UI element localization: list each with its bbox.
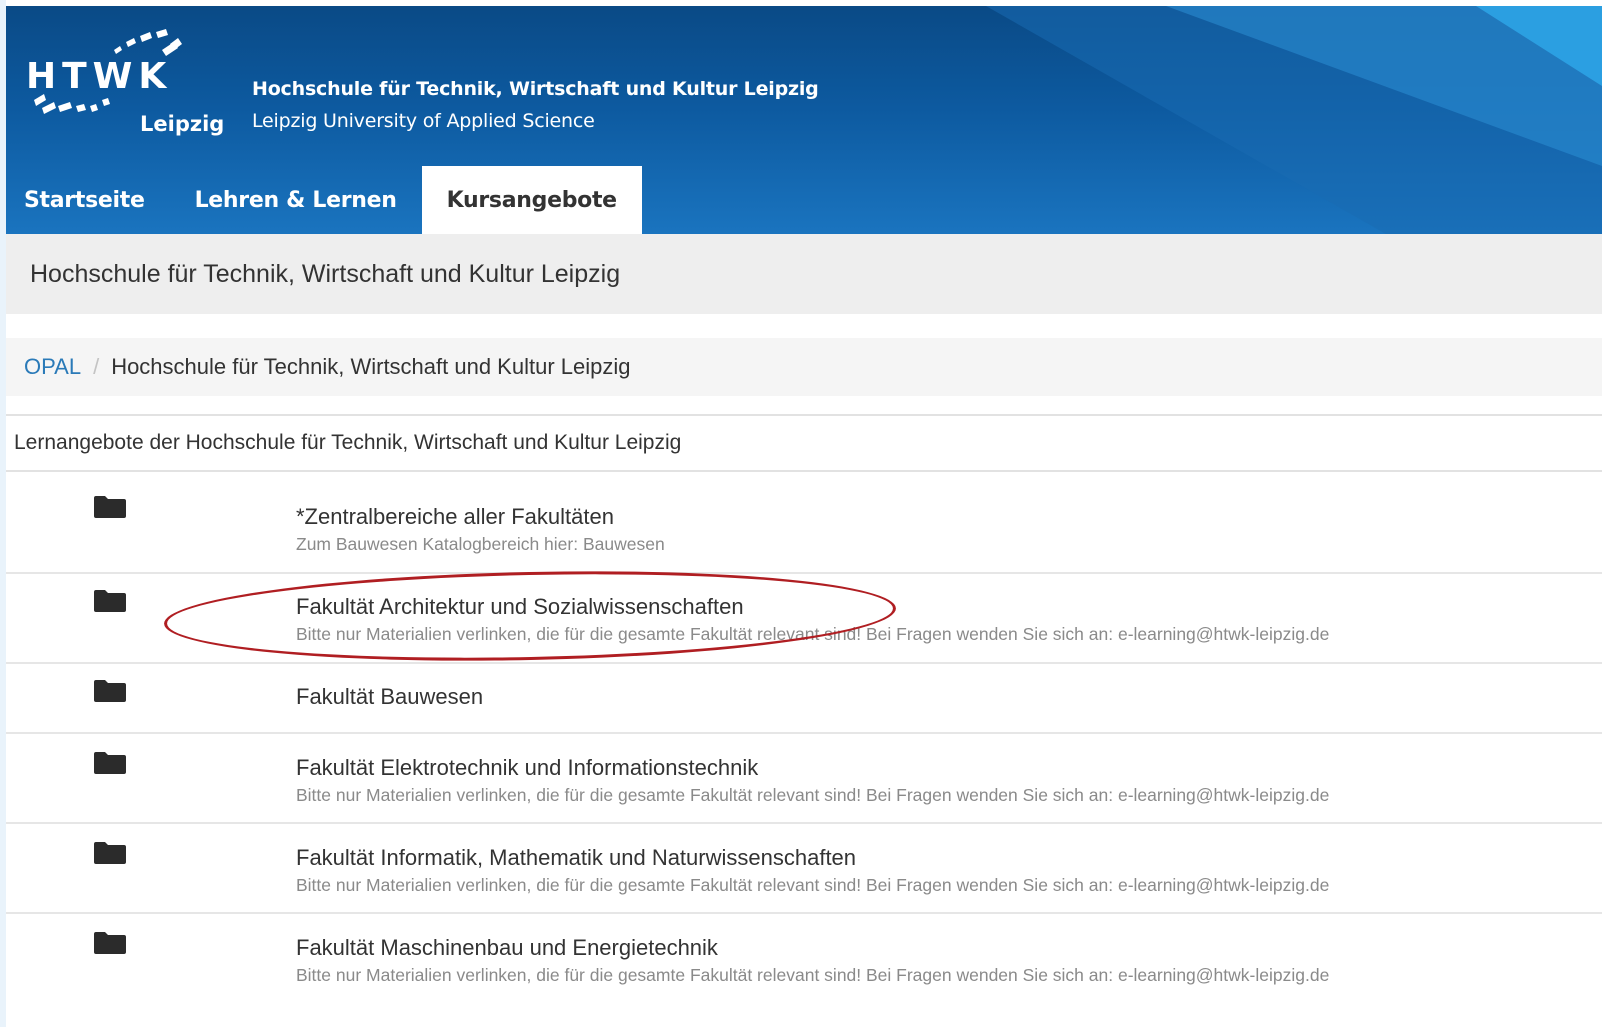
catalog-heading: Lernangebote der Hochschule für Technik,… bbox=[6, 414, 1602, 472]
catalog-entry-description: Zum Bauwesen Katalogbereich hier: Bauwes… bbox=[296, 534, 665, 554]
folder-icon bbox=[94, 496, 126, 518]
catalog-entry[interactable]: Fakultät Informatik, Mathematik und Natu… bbox=[6, 824, 1602, 914]
catalog-entry-title[interactable]: Fakultät Informatik, Mathematik und Natu… bbox=[296, 845, 1329, 871]
folder-icon bbox=[94, 752, 126, 774]
logo-letters: HTWK bbox=[26, 56, 172, 97]
catalog-entry[interactable]: Fakultät Maschinenbau und Energietechnik… bbox=[6, 914, 1602, 1008]
folder-icon bbox=[94, 590, 126, 612]
site-header: HTWK Leipzig Hochschule für Technik, Wir… bbox=[6, 6, 1602, 234]
catalog-entry[interactable]: Fakultät Elektrotechnik und Informations… bbox=[6, 734, 1602, 824]
catalog-entry[interactable]: *Zentralbereiche aller Fakultäten Zum Ba… bbox=[6, 472, 1602, 574]
logo-city: Leipzig bbox=[140, 112, 224, 136]
page-title: Hochschule für Technik, Wirtschaft und K… bbox=[30, 259, 621, 288]
catalog-entry-description: Bitte nur Materialien verlinken, die für… bbox=[296, 785, 1330, 805]
main-nav: Startseite Lehren & Lernen Kursangebote bbox=[6, 166, 642, 234]
breadcrumb-separator: / bbox=[93, 354, 100, 379]
page-title-bar: Hochschule für Technik, Wirtschaft und K… bbox=[6, 234, 1602, 314]
htwk-logo: HTWK Leipzig bbox=[26, 29, 224, 136]
folder-icon bbox=[94, 842, 126, 864]
catalog-entry-description: Bitte nur Materialien verlinken, die für… bbox=[296, 624, 1330, 644]
university-subtitle: Leipzig University of Applied Science bbox=[252, 110, 595, 132]
catalog-entry-title[interactable]: *Zentralbereiche aller Fakultäten bbox=[296, 504, 665, 530]
nav-tab-kursangebote[interactable]: Kursangebote bbox=[421, 166, 642, 234]
catalog-list: Lernangebote der Hochschule für Technik,… bbox=[6, 414, 1602, 1008]
breadcrumb: OPAL / Hochschule für Technik, Wirtschaf… bbox=[6, 338, 1602, 396]
nav-tab-lehren-lernen[interactable]: Lehren & Lernen bbox=[170, 166, 422, 234]
nav-tab-startseite[interactable]: Startseite bbox=[6, 166, 170, 234]
catalog-heading-text: Lernangebote der Hochschule für Technik,… bbox=[14, 431, 682, 454]
university-name: Hochschule für Technik, Wirtschaft und K… bbox=[252, 78, 819, 100]
catalog-entry-title[interactable]: Fakultät Elektrotechnik und Informations… bbox=[296, 755, 1329, 781]
catalog-entry-description: Bitte nur Materialien verlinken, die für… bbox=[296, 965, 1330, 985]
folder-icon bbox=[94, 932, 126, 954]
catalog-entry[interactable]: Fakultät Bauwesen bbox=[6, 664, 1602, 734]
breadcrumb-link-opal[interactable]: OPAL bbox=[24, 354, 81, 380]
catalog-entry-description: Bitte nur Materialien verlinken, die für… bbox=[296, 875, 1330, 895]
catalog-entry-title[interactable]: Fakultät Bauwesen bbox=[296, 684, 483, 710]
catalog-entry-title[interactable]: Fakultät Maschinenbau und Energietechnik bbox=[296, 935, 1329, 961]
catalog-entry-title[interactable]: Fakultät Architektur und Sozialwissensch… bbox=[296, 594, 1329, 620]
breadcrumb-current: Hochschule für Technik, Wirtschaft und K… bbox=[111, 354, 631, 379]
catalog-entry[interactable]: Fakultät Architektur und Sozialwissensch… bbox=[6, 574, 1602, 664]
folder-icon bbox=[94, 680, 126, 702]
